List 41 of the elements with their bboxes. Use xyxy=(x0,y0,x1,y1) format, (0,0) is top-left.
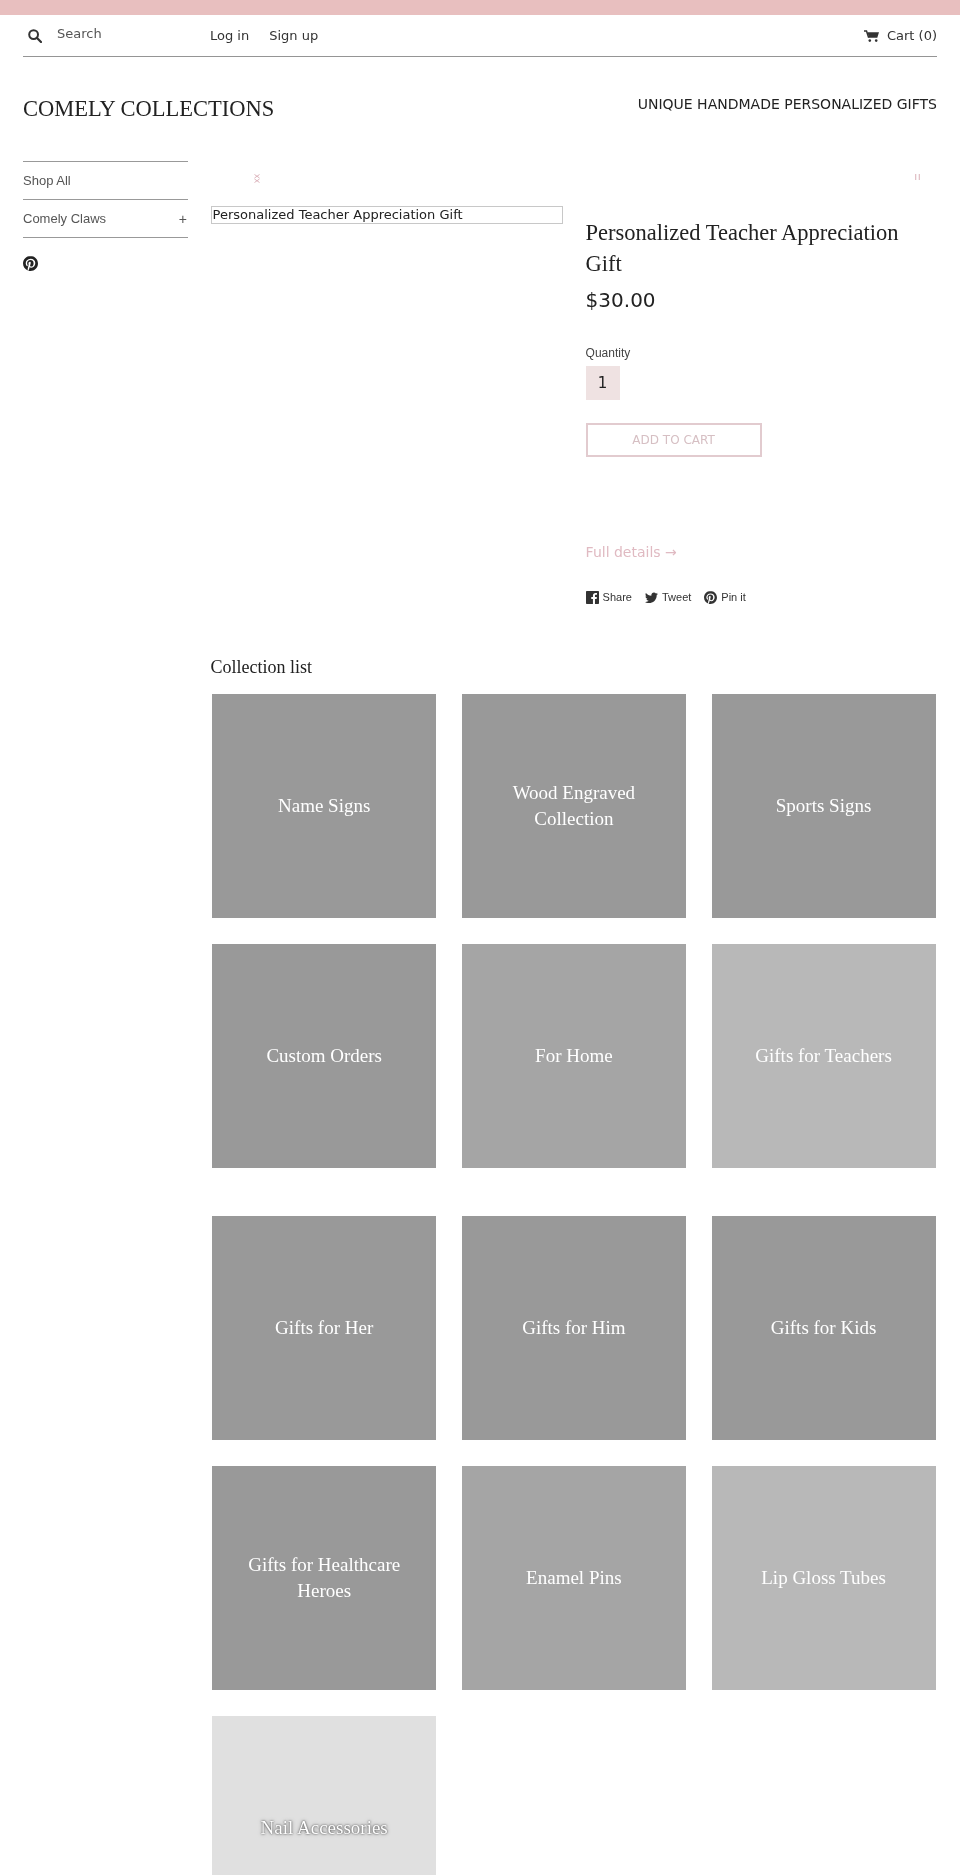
cart-icon xyxy=(863,29,879,42)
sidebar-link[interactable]: Comely Claws xyxy=(23,210,107,227)
account-link[interactable]: Log in xyxy=(210,27,250,44)
collection-tile[interactable]: Gifts for Her xyxy=(212,1216,437,1441)
section-heading: Collection list xyxy=(210,655,314,678)
full-details-link[interactable]: Full details → xyxy=(585,542,677,561)
account-link[interactable]: Sign up xyxy=(269,27,319,44)
collection-tile[interactable]: Gifts for Kids xyxy=(711,1216,936,1441)
collection-tile[interactable]: Gifts for Healthcare Heroes xyxy=(212,1466,437,1691)
collection-tile[interactable]: Wood Engraved Collection xyxy=(461,694,686,919)
share-link[interactable]: Tweet xyxy=(644,591,692,604)
search-icon[interactable] xyxy=(28,28,42,43)
bird-icon xyxy=(644,592,658,603)
cross-icon xyxy=(253,173,260,183)
store-logo[interactable]: COMELY COLLECTIONS xyxy=(23,96,275,122)
quantity-field[interactable]: 1 xyxy=(585,365,620,400)
collection-tile[interactable]: Custom Orders xyxy=(212,943,437,1168)
collection-tile[interactable]: Lip Gloss Tubes xyxy=(711,1466,936,1691)
collection-tile[interactable]: Nail Accessories xyxy=(212,1715,437,1875)
collection-tile[interactable]: Gifts for Him xyxy=(461,1216,686,1441)
product-title: Personalized Teacher Appreciation Gift xyxy=(585,219,900,278)
quantity-label: Quantity xyxy=(585,346,631,361)
collection-tile[interactable]: Gifts for Teachers xyxy=(711,943,936,1168)
add-to-cart-button[interactable]: ADD TO CART xyxy=(585,422,762,457)
pinterest-icon[interactable] xyxy=(23,256,38,271)
product-price: $30.00 xyxy=(585,287,656,312)
double-bar-icon xyxy=(915,173,920,180)
product-image-alt-text: Personalized Teacher Appreciation Gift xyxy=(210,205,563,224)
tagline: UNIQUE HANDMADE PERSONALIZED GIFTS xyxy=(637,96,937,113)
facebook-icon xyxy=(585,591,599,604)
cart-link[interactable]: Cart (0) xyxy=(863,27,937,44)
collection-tile[interactable]: For Home xyxy=(461,943,686,1168)
expand-toggle[interactable]: + xyxy=(178,210,187,227)
share-link[interactable]: Pin it xyxy=(704,591,746,604)
share-link[interactable]: Share xyxy=(585,591,632,604)
collection-tile[interactable]: Enamel Pins xyxy=(461,1466,686,1691)
search-field[interactable]: Search xyxy=(57,25,177,42)
collection-tile[interactable]: Sports Signs xyxy=(711,694,936,919)
collection-tile[interactable]: Name Signs xyxy=(212,694,437,919)
sidebar-link[interactable]: Shop All xyxy=(23,172,71,189)
pinterest-icon xyxy=(704,591,718,604)
